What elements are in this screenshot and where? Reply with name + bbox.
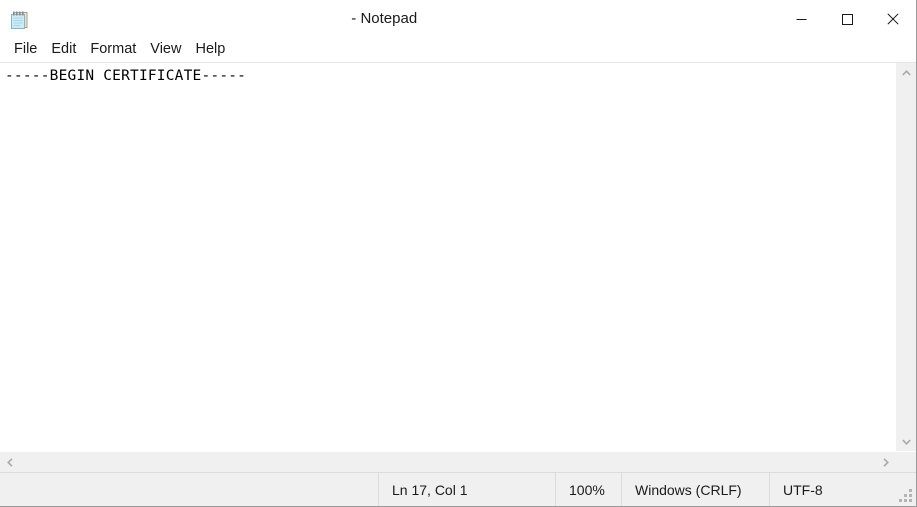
vertical-scroll-track[interactable] — [896, 82, 916, 432]
menu-item-file[interactable]: File — [7, 39, 44, 61]
chevron-up-icon — [901, 69, 911, 76]
vertical-scrollbar[interactable] — [895, 63, 916, 451]
minimize-button[interactable] — [778, 0, 824, 38]
editor-row: -----BEGIN CERTIFICATE----- — [0, 63, 916, 451]
scroll-up-button[interactable] — [896, 63, 916, 82]
status-zoom-level[interactable]: 100% — [555, 473, 621, 506]
close-button[interactable] — [870, 0, 916, 38]
horizontal-scrollbar-row — [0, 451, 916, 472]
chevron-left-icon — [7, 457, 13, 467]
status-bar: Ln 17, Col 1 100% Windows (CRLF) UTF-8 — [0, 472, 916, 506]
menu-item-view[interactable]: View — [143, 39, 188, 61]
notepad-window: - Notepad File Edit Format View Help ---… — [0, 0, 917, 507]
chevron-right-icon — [883, 457, 889, 467]
window-controls — [778, 0, 916, 38]
editor-region: -----BEGIN CERTIFICATE----- — [0, 62, 916, 472]
editor-text-line: -----BEGIN CERTIFICATE----- — [5, 68, 247, 84]
resize-grip-icon[interactable] — [899, 489, 912, 502]
status-encoding[interactable]: UTF-8 — [769, 473, 916, 506]
menu-item-format[interactable]: Format — [83, 39, 143, 61]
scroll-down-button[interactable] — [896, 432, 916, 451]
status-line-ending[interactable]: Windows (CRLF) — [621, 473, 769, 506]
menu-item-edit[interactable]: Edit — [44, 39, 83, 61]
status-bar-spacer — [0, 473, 378, 506]
menu-item-help[interactable]: Help — [188, 39, 232, 61]
minimize-icon — [796, 18, 806, 20]
scrollbar-corner — [896, 452, 916, 472]
title-bar[interactable]: - Notepad — [0, 0, 916, 38]
text-editor[interactable]: -----BEGIN CERTIFICATE----- — [0, 63, 895, 451]
menu-bar: File Edit Format View Help — [0, 38, 916, 62]
status-cursor-position[interactable]: Ln 17, Col 1 — [378, 473, 555, 506]
scroll-right-button[interactable] — [876, 452, 896, 472]
maximize-button[interactable] — [824, 0, 870, 38]
notepad-icon — [9, 9, 31, 31]
maximize-icon — [841, 13, 853, 25]
scroll-left-button[interactable] — [0, 452, 20, 472]
close-icon — [887, 13, 899, 25]
chevron-down-icon — [901, 438, 911, 445]
horizontal-scroll-track[interactable] — [20, 452, 876, 472]
horizontal-scrollbar[interactable] — [0, 452, 896, 472]
